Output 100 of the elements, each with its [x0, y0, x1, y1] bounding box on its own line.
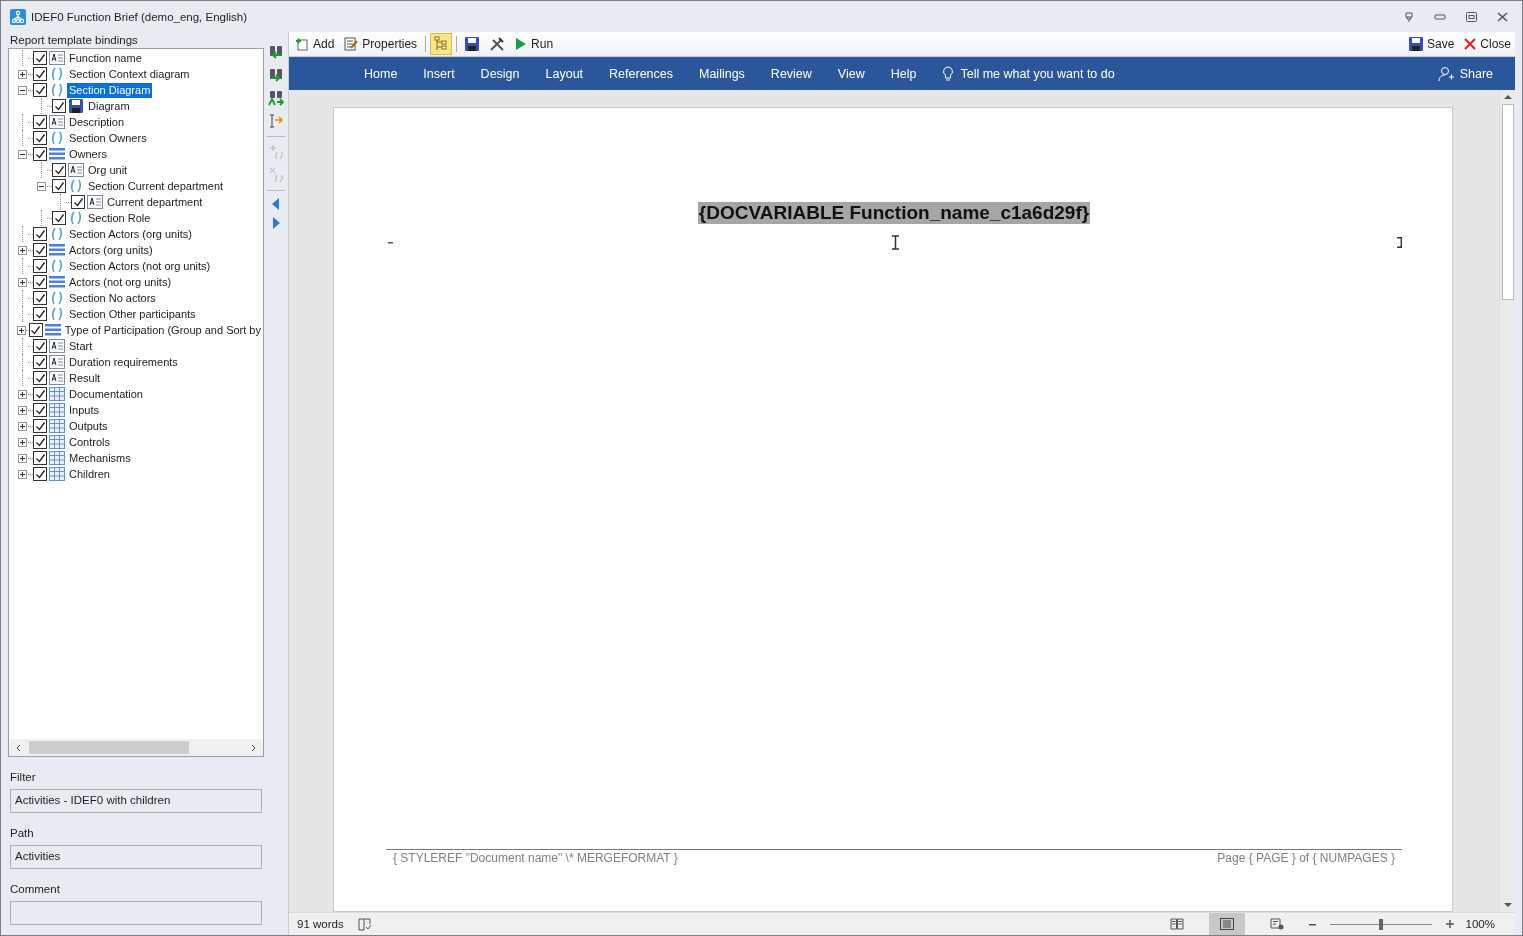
tree-item[interactable]: Start — [67, 338, 95, 354]
tree-item[interactable]: Section Role — [86, 210, 153, 226]
checkbox[interactable] — [33, 291, 47, 305]
expand-icon[interactable] — [18, 421, 27, 431]
tree-item[interactable]: Function name — [67, 50, 144, 66]
tree-item[interactable]: Section Context diagram — [67, 66, 192, 82]
expand-icon[interactable] — [18, 277, 27, 287]
triangle-left-icon[interactable] — [272, 198, 280, 210]
tree-item[interactable]: Children — [67, 466, 112, 482]
checkbox[interactable] — [52, 211, 66, 225]
expand-icon[interactable] — [18, 389, 27, 399]
ribbon-tab[interactable]: View — [824, 66, 878, 81]
tree-item[interactable]: Type of Participation (Group and Sort by — [62, 322, 263, 338]
checkbox[interactable] — [33, 259, 47, 273]
close-button[interactable]: Close — [1460, 35, 1515, 53]
horizontal-scrollbar[interactable] — [9, 739, 263, 756]
tree-item[interactable]: Section No actors — [67, 290, 158, 306]
ribbon-tab[interactable]: Review — [757, 66, 825, 81]
checkbox[interactable] — [52, 163, 66, 177]
expand-icon[interactable] — [18, 453, 27, 463]
collapse-icon[interactable] — [18, 85, 27, 95]
tree-item[interactable]: Inputs — [67, 402, 101, 418]
checkbox[interactable] — [33, 467, 47, 481]
ribbon-tab[interactable]: References — [596, 66, 686, 81]
text-field[interactable]: Activities — [10, 845, 262, 869]
checkbox[interactable] — [33, 371, 47, 385]
expand-icon[interactable] — [18, 405, 27, 415]
triangle-right-icon[interactable] — [272, 217, 280, 229]
checkbox[interactable] — [33, 355, 47, 369]
tree-item[interactable]: Section Other participants — [67, 306, 198, 322]
checkbox[interactable] — [33, 435, 47, 449]
vertical-scrollbar[interactable] — [1499, 90, 1515, 912]
ribbon-tab[interactable]: Help — [877, 66, 930, 81]
zoom-in-icon[interactable] — [1445, 920, 1454, 928]
scroll-left-icon[interactable] — [15, 743, 23, 752]
scroll-down-icon[interactable] — [1503, 903, 1512, 908]
ribbon-tab[interactable]: Insert — [410, 66, 468, 81]
expand-icon[interactable] — [18, 469, 27, 479]
close-icon[interactable] — [1497, 11, 1508, 22]
checkbox[interactable] — [33, 339, 47, 353]
tree-item[interactable]: Mechanisms — [67, 450, 133, 466]
expand-icon[interactable] — [17, 325, 26, 335]
checkbox[interactable] — [33, 83, 47, 97]
pin-icon[interactable] — [1404, 11, 1414, 22]
checkbox[interactable] — [33, 131, 47, 145]
checkbox[interactable] — [33, 387, 47, 401]
checkbox[interactable] — [71, 195, 85, 209]
expand-icon[interactable] — [18, 437, 27, 447]
tree-item[interactable]: Org unit — [86, 162, 130, 178]
tree-item[interactable]: Documentation — [67, 386, 145, 402]
checkbox[interactable] — [33, 147, 47, 161]
checkbox[interactable] — [33, 51, 47, 65]
tree-item[interactable]: Section Actors (org units) — [67, 226, 194, 242]
tree-item[interactable]: Section Diagram — [67, 82, 153, 98]
text-field[interactable] — [10, 901, 262, 925]
restore-icon[interactable] — [1466, 11, 1477, 22]
binoculars-arrow-icon[interactable] — [268, 90, 284, 106]
tree-item[interactable]: Actors (org units) — [67, 242, 155, 258]
tree-item[interactable]: Result — [67, 370, 103, 386]
text-field[interactable]: Activities - IDEF0 with children — [10, 789, 262, 813]
collapse-icon[interactable] — [18, 149, 27, 159]
scroll-right-icon[interactable] — [249, 743, 257, 752]
share-button[interactable]: Share — [1424, 65, 1515, 82]
binoculars-left-icon[interactable] — [268, 44, 284, 60]
checkbox[interactable] — [52, 99, 66, 113]
tree-view-button[interactable] — [430, 33, 453, 55]
checkbox[interactable] — [33, 403, 47, 417]
properties-button[interactable]: Properties — [340, 35, 422, 53]
checkbox[interactable] — [33, 243, 47, 257]
expand-icon[interactable] — [18, 245, 27, 255]
expand-icon[interactable] — [18, 69, 27, 79]
checkbox[interactable] — [28, 323, 43, 337]
tree-item[interactable]: Section Actors (not org units) — [67, 258, 213, 274]
ribbon-tab[interactable]: Layout — [532, 66, 597, 81]
checkbox[interactable] — [33, 227, 47, 241]
checkbox[interactable] — [33, 451, 47, 465]
checkbox[interactable] — [33, 275, 47, 289]
tree-item[interactable]: Controls — [67, 434, 112, 450]
tree-item[interactable]: Description — [67, 114, 127, 130]
ribbon-tab[interactable]: Mailings — [686, 66, 758, 81]
tree-item[interactable]: Actors (not org units) — [67, 274, 174, 290]
collapse-icon[interactable] — [37, 181, 46, 191]
tree-item[interactable]: Owners — [67, 146, 109, 162]
checkbox[interactable] — [52, 179, 66, 193]
tree-item[interactable]: Outputs — [67, 418, 110, 434]
tree-item[interactable]: Section Owners — [67, 130, 149, 146]
checkbox[interactable] — [33, 115, 47, 129]
binoculars-right-icon[interactable] — [268, 67, 284, 83]
ribbon-tab[interactable]: Home — [351, 66, 411, 81]
checkbox[interactable] — [33, 307, 47, 321]
run-button[interactable]: Run — [511, 35, 558, 53]
minimize-icon[interactable] — [1434, 13, 1446, 20]
tree-item[interactable]: Duration requirements — [67, 354, 180, 370]
scroll-thumb[interactable] — [1501, 104, 1514, 300]
print-layout-button[interactable] — [1208, 913, 1245, 935]
ribbon-tab[interactable]: Design — [467, 66, 533, 81]
zoom-thumb[interactable] — [1378, 918, 1383, 930]
tell-me-button[interactable]: Tell me what you want to do — [929, 65, 1128, 82]
scroll-up-icon[interactable] — [1503, 94, 1512, 99]
checkbox[interactable] — [33, 67, 47, 81]
